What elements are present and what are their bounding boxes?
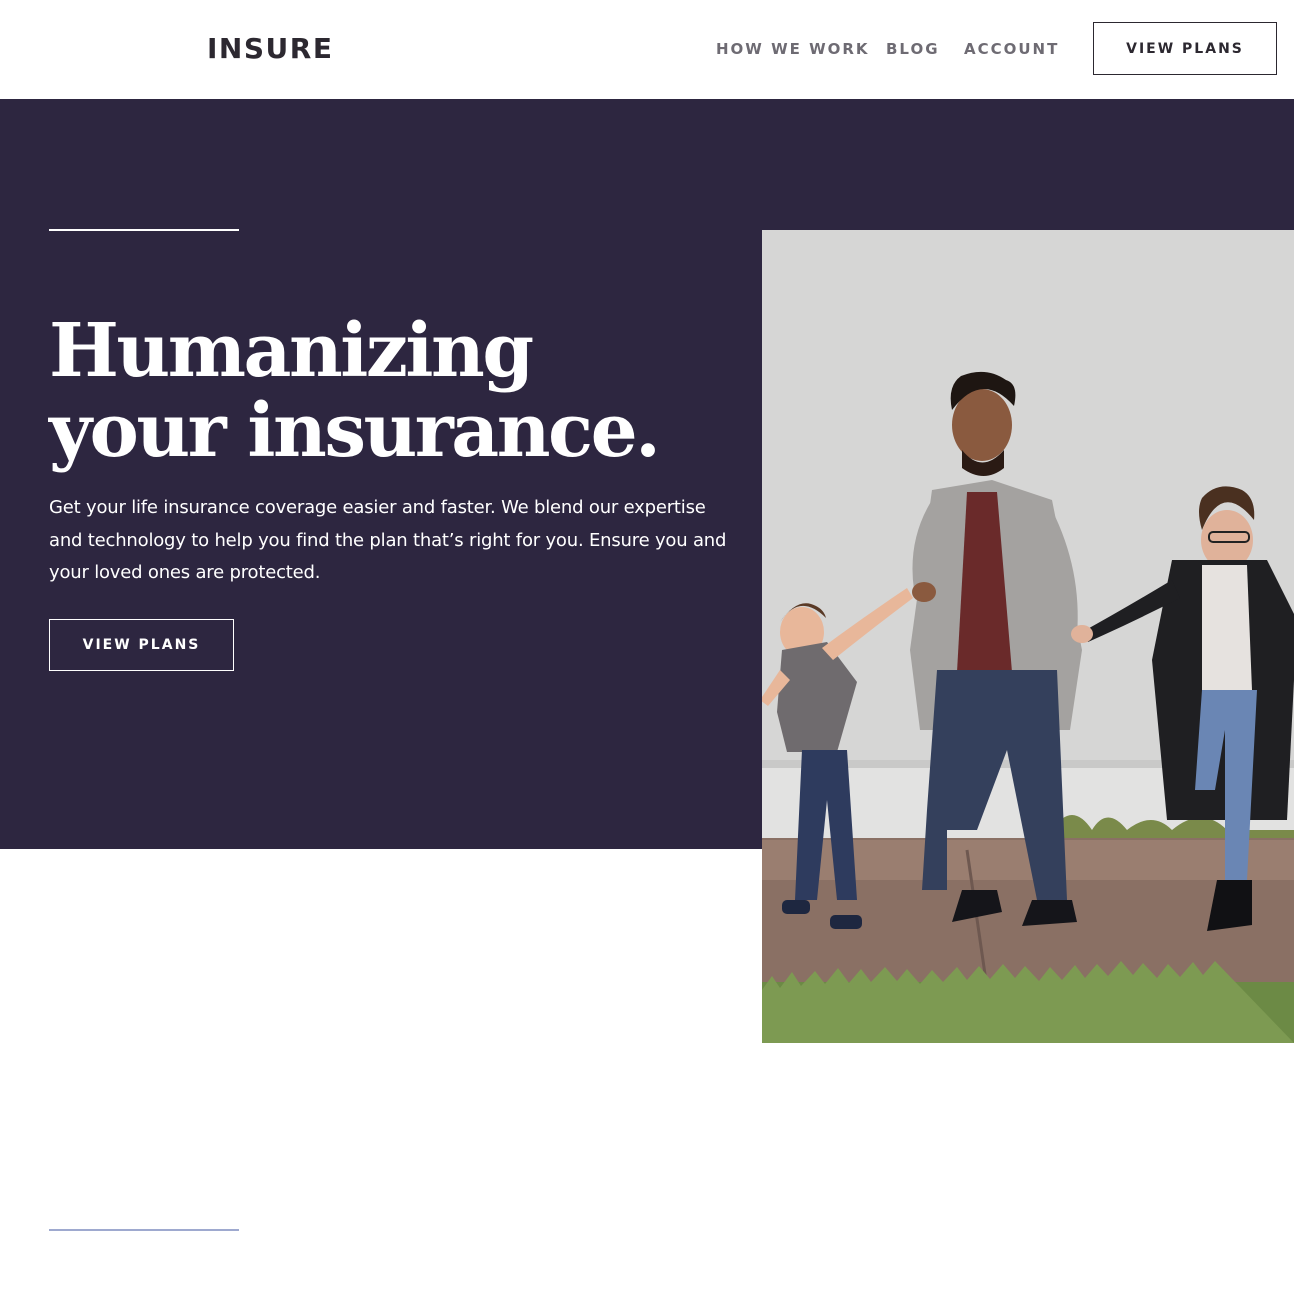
hero-family-image — [762, 230, 1294, 1043]
nav-blog[interactable]: BLOG — [886, 38, 940, 60]
hero-view-plans-button[interactable]: VIEW PLANS — [49, 619, 234, 671]
section-divider — [49, 1229, 239, 1231]
site-header: INSURE HOW WE WORK BLOG ACCOUNT VIEW PLA… — [0, 0, 1294, 98]
nav-account[interactable]: ACCOUNT — [964, 38, 1059, 60]
hero-description: Get your life insurance coverage easier … — [49, 497, 727, 583]
hero-divider — [49, 229, 239, 231]
header-view-plans-button[interactable]: VIEW PLANS — [1093, 22, 1277, 75]
nav-how-we-work[interactable]: HOW WE WORK — [716, 38, 870, 60]
hero-title: Humanizing your insurance. — [49, 311, 749, 471]
hero-title-line2: your insurance. — [49, 388, 661, 474]
logo[interactable]: INSURE — [207, 33, 333, 65]
hero-title-line1: Humanizing — [49, 308, 534, 394]
